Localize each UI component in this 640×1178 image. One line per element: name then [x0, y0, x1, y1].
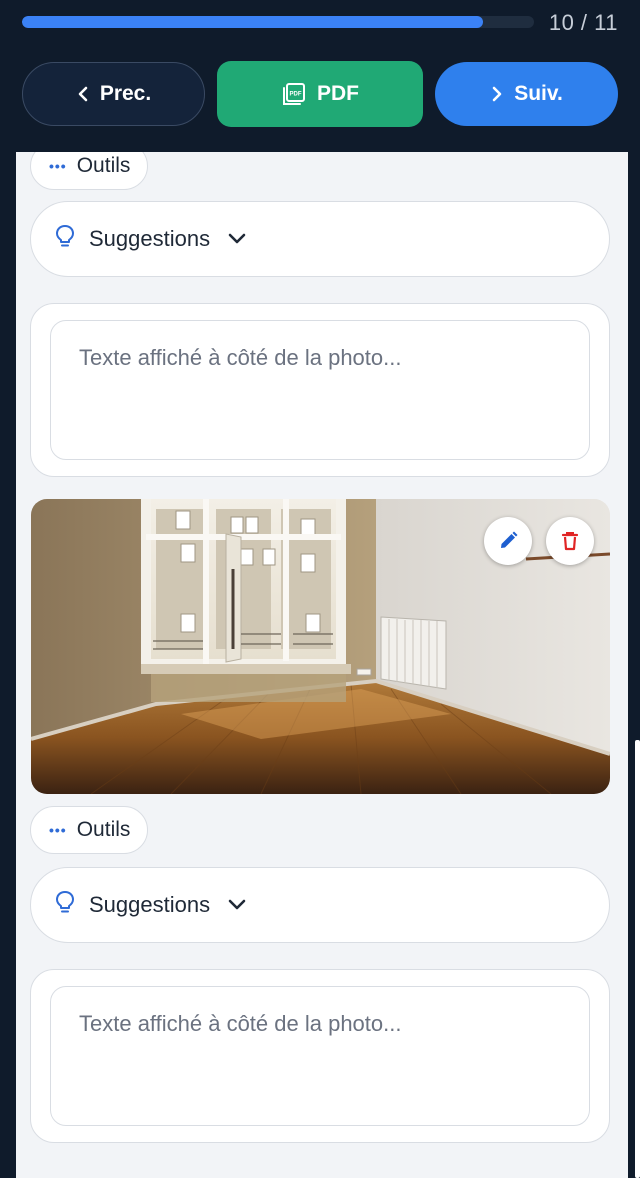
dots-icon: •••	[49, 822, 67, 838]
progress-fill	[22, 16, 483, 28]
chevron-right-icon	[490, 85, 504, 103]
pdf-button[interactable]: PDF PDF	[217, 61, 423, 127]
progress-bar	[22, 16, 534, 28]
svg-text:PDF: PDF	[290, 92, 302, 98]
caption-textarea[interactable]	[50, 986, 590, 1126]
caption-card	[30, 969, 610, 1143]
suggestions-label: Suggestions	[89, 226, 211, 251]
tools-label: Outils	[76, 818, 131, 841]
chevron-down-icon	[228, 226, 246, 252]
scrollbar-thumb[interactable]	[635, 740, 640, 1178]
pdf-file-icon: PDF	[281, 81, 307, 107]
chevron-left-icon	[76, 85, 90, 103]
previous-button-label: Prec.	[99, 82, 152, 105]
room-photo	[31, 499, 610, 794]
progress-counter: 10 / 11	[548, 10, 618, 35]
caption-card	[30, 303, 610, 477]
trash-icon	[560, 530, 580, 552]
edit-photo-button[interactable]	[484, 517, 532, 565]
tools-label: Outils	[76, 154, 131, 177]
suggestions-label: Suggestions	[89, 892, 211, 917]
content-panel: ••• Outils Suggestions Texte affiché à c…	[16, 152, 628, 1178]
pdf-button-label: PDF	[317, 82, 359, 105]
top-bar: 10 / 11 Prec. PDF PDF Suiv.	[0, 0, 640, 152]
suggestions-dropdown[interactable]: Suggestions	[30, 867, 610, 943]
caption-textarea[interactable]	[50, 320, 590, 460]
tools-button[interactable]: ••• Outils	[30, 806, 148, 854]
lightbulb-icon	[53, 889, 77, 921]
delete-photo-button[interactable]	[546, 517, 594, 565]
chevron-down-icon	[228, 892, 246, 918]
pencil-icon	[497, 530, 519, 552]
previous-button[interactable]: Prec.	[22, 62, 205, 126]
dots-icon: •••	[49, 158, 67, 174]
suggestions-dropdown[interactable]: Suggestions	[30, 201, 610, 277]
lightbulb-icon	[53, 223, 77, 255]
tools-button[interactable]: ••• Outils	[30, 152, 148, 190]
next-button-label: Suiv.	[514, 82, 563, 105]
next-button[interactable]: Suiv.	[435, 62, 618, 126]
